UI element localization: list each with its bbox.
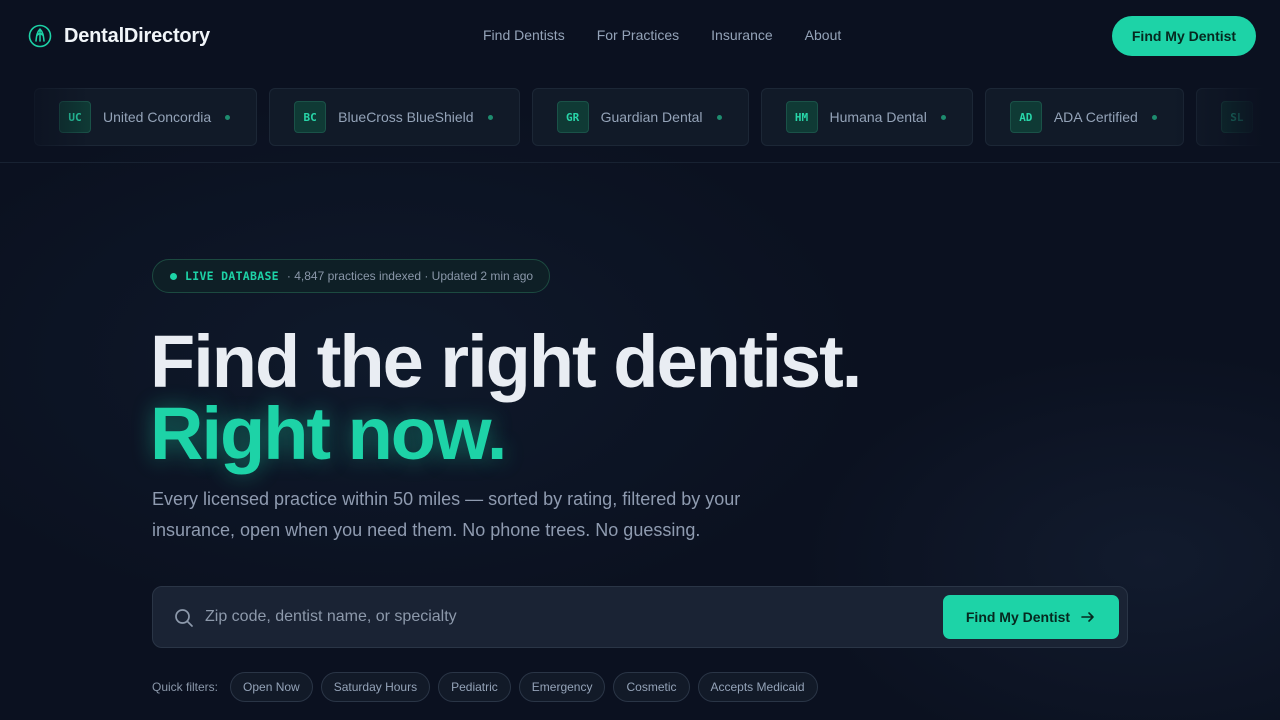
badge-label: LIVE DATABASE [185, 269, 279, 283]
partner-track: UC United Concordia BC BlueCross BlueShi… [34, 88, 1280, 146]
nav-find-my-dentist-button[interactable]: Find My Dentist [1112, 16, 1256, 56]
search-button-label: Find My Dentist [965, 609, 1071, 625]
hero-headline: Find the right dentist. [150, 320, 862, 403]
partner-name: Humana Dental [829, 109, 927, 125]
search-bar: Find My Dentist [152, 586, 1128, 648]
badge-meta: · 4,847 practices indexed · Updated 2 mi… [286, 269, 534, 283]
partner-card: HM Humana Dental [760, 88, 973, 146]
hero-lead: Every licensed practice within 50 miles … [152, 489, 741, 540]
search-find-my-dentist-button[interactable]: Find My Dentist [943, 595, 1119, 639]
brand-name: DentalDirectory [64, 24, 210, 47]
partner-card: AD ADA Certified [984, 88, 1184, 146]
status-dot [487, 114, 493, 120]
nav-link-about[interactable]: About [805, 27, 842, 43]
status-dot [225, 114, 231, 120]
filter-chip-emergency[interactable]: Emergency [518, 672, 606, 702]
hero-headline-accent: Right now. [150, 392, 507, 475]
nav-link-for-practices[interactable]: For Practices [597, 27, 679, 43]
top-nav: DentalDirectory Find Dentists For Practi… [0, 0, 1280, 72]
filter-chip-saturday-hours[interactable]: Saturday Hours [320, 672, 431, 702]
search-icon [175, 609, 193, 627]
status-dot [940, 114, 946, 120]
arrow-right-icon [1081, 612, 1094, 622]
partner-code: SL [1220, 101, 1253, 133]
partner-card: SL State Licensed [1195, 88, 1280, 146]
partner-card: GR Guardian Dental [531, 88, 749, 146]
primary-nav: Find Dentists For Practices Insurance Ab… [483, 27, 841, 43]
partner-card: BC BlueCross BlueShield [269, 88, 520, 146]
filter-chip-accepts-medicaid[interactable]: Accepts Medicaid [697, 672, 818, 702]
partner-code: HM [785, 101, 818, 133]
brand-logo[interactable]: DentalDirectory [28, 24, 210, 48]
partner-code: UC [59, 101, 91, 133]
filter-chip-cosmetic[interactable]: Cosmetic [613, 672, 690, 702]
partner-name: State Licensed [1264, 109, 1280, 125]
partner-code: BC [294, 101, 327, 133]
live-database-badge: LIVE DATABASE · 4,847 practices indexed … [152, 259, 550, 293]
partner-name: United Concordia [103, 109, 212, 125]
partner-code: AD [1009, 101, 1042, 133]
partner-name: ADA Certified [1053, 109, 1138, 125]
nav-link-find-dentists[interactable]: Find Dentists [483, 27, 565, 43]
partner-card: UC United Concordia [34, 88, 258, 146]
filter-chip-open-now[interactable]: Open Now [230, 672, 313, 702]
partner-code: GR [556, 101, 589, 133]
partner-strip: UC United Concordia BC BlueCross BlueShi… [0, 88, 1280, 148]
partner-name: BlueCross BlueShield [338, 109, 474, 125]
quick-filters: Quick filters: Open Now Saturday Hours P… [152, 672, 818, 702]
filter-chip-pediatric[interactable]: Pediatric [438, 672, 511, 702]
nav-link-insurance[interactable]: Insurance [711, 27, 772, 43]
tooth-icon [28, 24, 52, 48]
divider [0, 162, 1280, 163]
partner-name: Guardian Dental [600, 109, 703, 125]
quick-filters-label: Quick filters: [152, 680, 219, 694]
status-dot [716, 114, 722, 120]
status-dot [1151, 114, 1157, 120]
search-input[interactable] [205, 597, 925, 637]
live-dot [170, 272, 177, 280]
